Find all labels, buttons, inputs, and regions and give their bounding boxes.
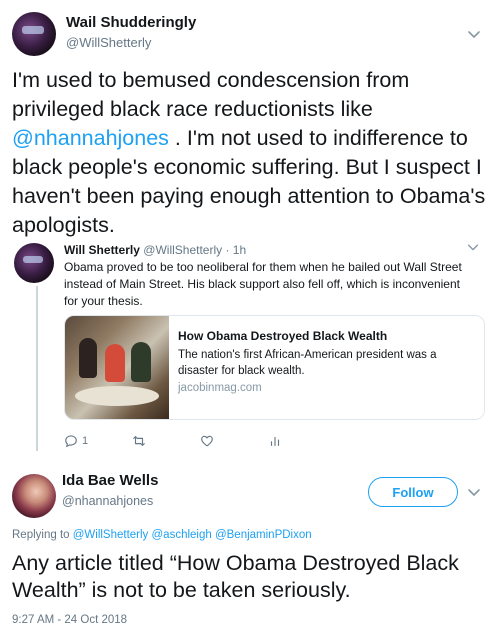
card-domain: jacobinmag.com [178, 382, 262, 394]
author-avatar[interactable] [12, 12, 56, 56]
mention-link[interactable]: @nhannahjones [12, 126, 169, 150]
reply-author-handle[interactable]: @nhannahjones [62, 494, 153, 508]
card-title: How Obama Destroyed Black Wealth [178, 329, 388, 343]
like-button[interactable] [200, 434, 214, 448]
follow-button[interactable]: Follow [368, 477, 458, 507]
replying-to: Replying to @WillShetterly @aschleigh @B… [12, 529, 312, 541]
chevron-down-icon[interactable] [466, 484, 482, 500]
author-name[interactable]: Wail Shudderingly [66, 14, 196, 31]
analytics-icon [268, 434, 282, 448]
reply-author-name[interactable]: Ida Bae Wells [62, 472, 158, 489]
reply-text: Any article titled “How Obama Destroyed … [12, 551, 459, 602]
card-description: The nation's first African-American pres… [178, 349, 437, 377]
retweet-button[interactable] [132, 434, 146, 448]
analytics-button[interactable] [268, 434, 282, 448]
tweet-text: I'm used to bemused condescension from p… [12, 66, 487, 240]
quoted-text: Obama proved to be too neoliberal for th… [64, 260, 462, 308]
tweet-text-before: I'm used to bemused condescension from p… [12, 68, 410, 121]
link-card[interactable]: How Obama Destroyed Black Wealth The nat… [64, 315, 485, 420]
reply-button[interactable]: 1 [64, 434, 88, 448]
like-icon [200, 434, 214, 448]
quoted-author-avatar[interactable] [14, 243, 54, 283]
card-image [65, 316, 169, 419]
reply-author-avatar[interactable] [12, 474, 56, 518]
quoted-header: Will Shetterly @WillShetterly · 1h [64, 243, 246, 258]
quoted-author-handle[interactable]: @WillShetterly · 1h [143, 243, 246, 257]
chevron-down-icon[interactable] [466, 240, 480, 254]
replying-prefix: Replying to [12, 529, 73, 541]
replying-mentions[interactable]: @WillShetterly @aschleigh @BenjaminPDixo… [73, 529, 312, 541]
reply-count: 1 [82, 435, 89, 447]
author-handle[interactable]: @WillShetterly [66, 35, 151, 50]
reply-icon [64, 434, 78, 448]
thread-line [36, 286, 38, 451]
chevron-down-icon[interactable] [466, 26, 482, 42]
tweet-timestamp[interactable]: 9:27 AM - 24 Oct 2018 [12, 614, 127, 626]
retweet-icon [132, 434, 146, 448]
quoted-author-name[interactable]: Will Shetterly [64, 243, 140, 257]
